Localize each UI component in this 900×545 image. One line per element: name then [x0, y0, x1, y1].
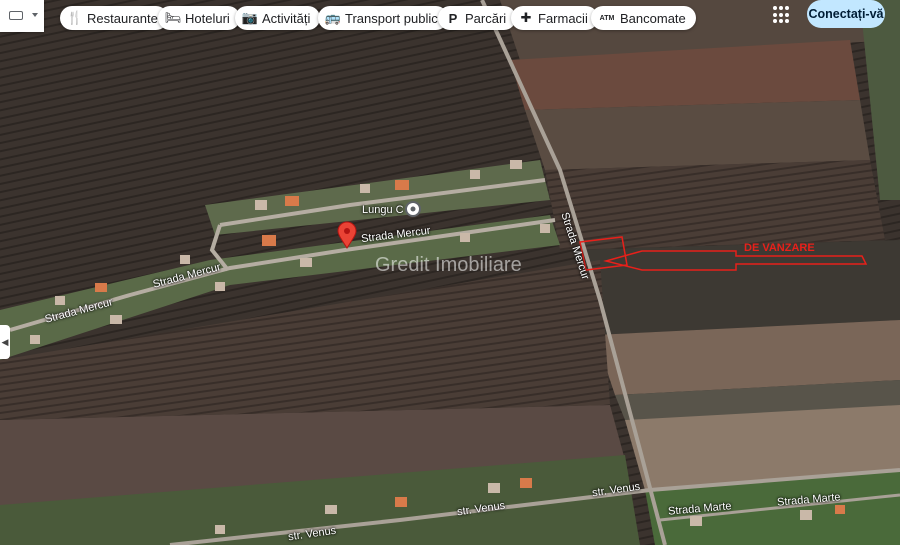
watermark: Gredit Imobiliare	[375, 254, 522, 276]
chip-restaurants[interactable]: 🍴 Restaurante	[60, 6, 168, 30]
layers-button[interactable]	[0, 0, 44, 32]
chip-label: Transport public	[345, 10, 438, 26]
for-sale-annotation: DE VANZARE	[744, 242, 815, 254]
sign-in-button[interactable]: Conectați-vă	[807, 0, 885, 28]
hotel-icon: 🛏	[164, 10, 182, 25]
parking-icon: P	[448, 10, 458, 26]
camera-icon: 📷	[241, 10, 259, 25]
chip-hotels[interactable]: 🛏 Hoteluri	[158, 6, 240, 30]
place-label[interactable]: Lungu C	[362, 204, 404, 216]
chip-atms[interactable]: ATM Bancomate	[591, 6, 696, 30]
bus-icon: 🚌	[324, 10, 342, 25]
pharmacy-icon: ✚	[520, 10, 532, 25]
chip-transit[interactable]: 🚌 Transport public	[318, 6, 448, 30]
chip-label: Activități	[262, 10, 311, 26]
keyboard-icon	[9, 11, 23, 20]
chip-label: Parcări	[465, 10, 507, 26]
chip-label: Bancomate	[620, 10, 686, 26]
chip-pharmacies[interactable]: ✚ Farmacii	[511, 6, 598, 30]
chevron-down-icon[interactable]	[32, 13, 38, 17]
atm-icon: ATM	[599, 14, 615, 22]
chip-parking[interactable]: P Parcări	[438, 6, 517, 30]
collapse-panel-button[interactable]: ◀	[0, 325, 10, 359]
chip-activities[interactable]: 📷 Activități	[235, 6, 321, 30]
apps-grid-icon[interactable]	[771, 4, 793, 26]
chip-label: Hoteluri	[185, 10, 230, 26]
restaurant-icon: 🍴	[66, 10, 84, 25]
chip-label: Farmacii	[538, 10, 588, 26]
chip-label: Restaurante	[87, 10, 158, 26]
